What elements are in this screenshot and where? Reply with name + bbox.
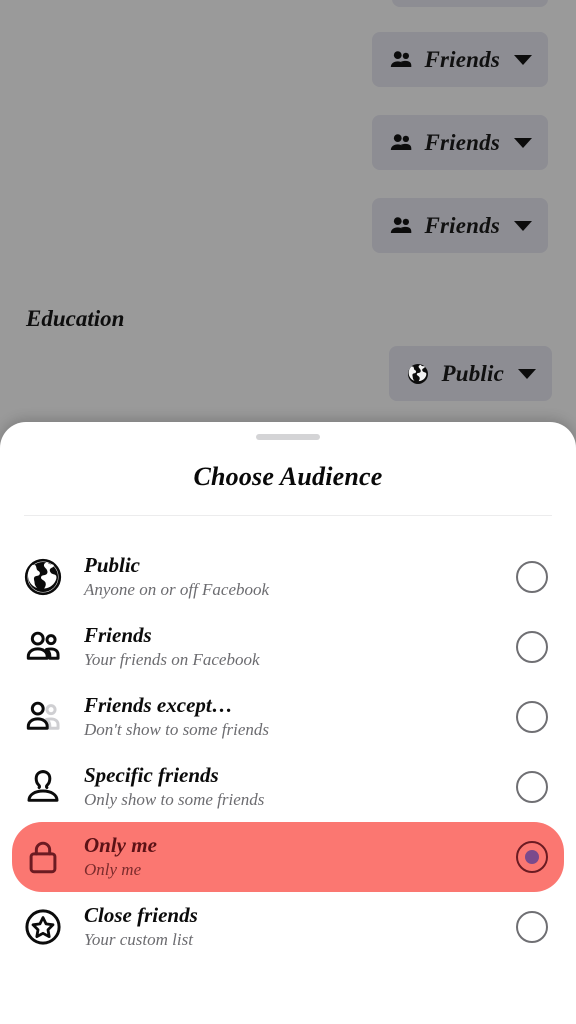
- globe-icon: [405, 361, 431, 387]
- page-title: Choose Audience: [193, 462, 383, 491]
- option-text: Only me Only me: [84, 833, 516, 881]
- radio-close-friends[interactable]: [516, 911, 548, 943]
- audience-chip-row-3[interactable]: Friends: [372, 198, 548, 253]
- radio-specific-friends[interactable]: [516, 771, 548, 803]
- audience-chip[interactable]: Friends: [372, 198, 548, 253]
- option-subtitle: Don't show to some friends: [84, 719, 269, 739]
- lock-icon: [20, 834, 66, 880]
- option-text: Public Anyone on or off Facebook: [84, 553, 516, 601]
- radio-public[interactable]: [516, 561, 548, 593]
- drag-handle[interactable]: [256, 434, 320, 440]
- friends-icon: [388, 213, 414, 239]
- option-row-close-friends[interactable]: Close friends Your custom list: [12, 892, 564, 962]
- audience-chip-label: Public: [441, 360, 504, 386]
- option-row-friends[interactable]: Friends Your friends on Facebook: [12, 612, 564, 682]
- option-subtitle: Your friends on Facebook: [84, 649, 260, 669]
- chevron-down-icon: [518, 368, 536, 379]
- person-icon: [20, 764, 66, 810]
- audience-chip-row-2[interactable]: Friends: [372, 115, 548, 170]
- option-text: Close friends Your custom list: [84, 903, 516, 951]
- friends-icon: [388, 47, 414, 73]
- audience-chip[interactable]: Public: [389, 346, 552, 401]
- section-title-education: Education: [26, 306, 125, 331]
- option-text: Friends except… Don't show to some frien…: [84, 693, 516, 741]
- friends-icon: [388, 130, 414, 156]
- audience-chip-partial[interactable]: [392, 0, 548, 7]
- audience-chip-label: Friends: [424, 129, 500, 155]
- chevron-down-icon: [514, 54, 532, 65]
- option-row-public[interactable]: Public Anyone on or off Facebook: [12, 542, 564, 612]
- star-circle-icon: [20, 904, 66, 950]
- option-text: Specific friends Only show to some frien…: [84, 763, 516, 811]
- audience-chip-label: Friends: [424, 212, 500, 238]
- option-title: Close friends: [84, 903, 198, 928]
- option-subtitle: Only me: [84, 859, 142, 879]
- friends-icon: [20, 624, 66, 670]
- audience-chip-row-1[interactable]: Friends: [372, 32, 548, 87]
- option-title: Friends except…: [84, 693, 233, 718]
- radio-only-me[interactable]: [516, 841, 548, 873]
- option-subtitle: Anyone on or off Facebook: [84, 579, 270, 599]
- option-subtitle: Only show to some friends: [84, 789, 265, 809]
- audience-chip[interactable]: Friends: [372, 115, 548, 170]
- option-title: Only me: [84, 833, 157, 858]
- option-row-friends-except[interactable]: Friends except… Don't show to some frien…: [12, 682, 564, 752]
- option-subtitle: Your custom list: [84, 929, 193, 949]
- audience-chip[interactable]: [392, 0, 548, 7]
- option-title: Specific friends: [84, 763, 219, 788]
- audience-chip[interactable]: Friends: [372, 32, 548, 87]
- globe-icon: [20, 554, 66, 600]
- option-row-specific-friends[interactable]: Specific friends Only show to some frien…: [12, 752, 564, 822]
- option-text: Friends Your friends on Facebook: [84, 623, 516, 671]
- option-title: Friends: [84, 623, 152, 648]
- chevron-down-icon: [514, 137, 532, 148]
- audience-option-list: Public Anyone on or off Facebook Friends…: [0, 542, 576, 962]
- radio-friends[interactable]: [516, 631, 548, 663]
- audience-chip-row-education[interactable]: Public: [389, 346, 552, 401]
- friends-except-icon: [20, 694, 66, 740]
- radio-friends-except[interactable]: [516, 701, 548, 733]
- option-title: Public: [84, 553, 140, 578]
- choose-audience-sheet: Choose Audience Public Anyone on or off …: [0, 422, 576, 1024]
- chevron-down-icon: [514, 220, 532, 231]
- option-row-only-me[interactable]: Only me Only me: [12, 822, 564, 892]
- audience-chip-label: Friends: [424, 46, 500, 72]
- divider: [24, 515, 552, 516]
